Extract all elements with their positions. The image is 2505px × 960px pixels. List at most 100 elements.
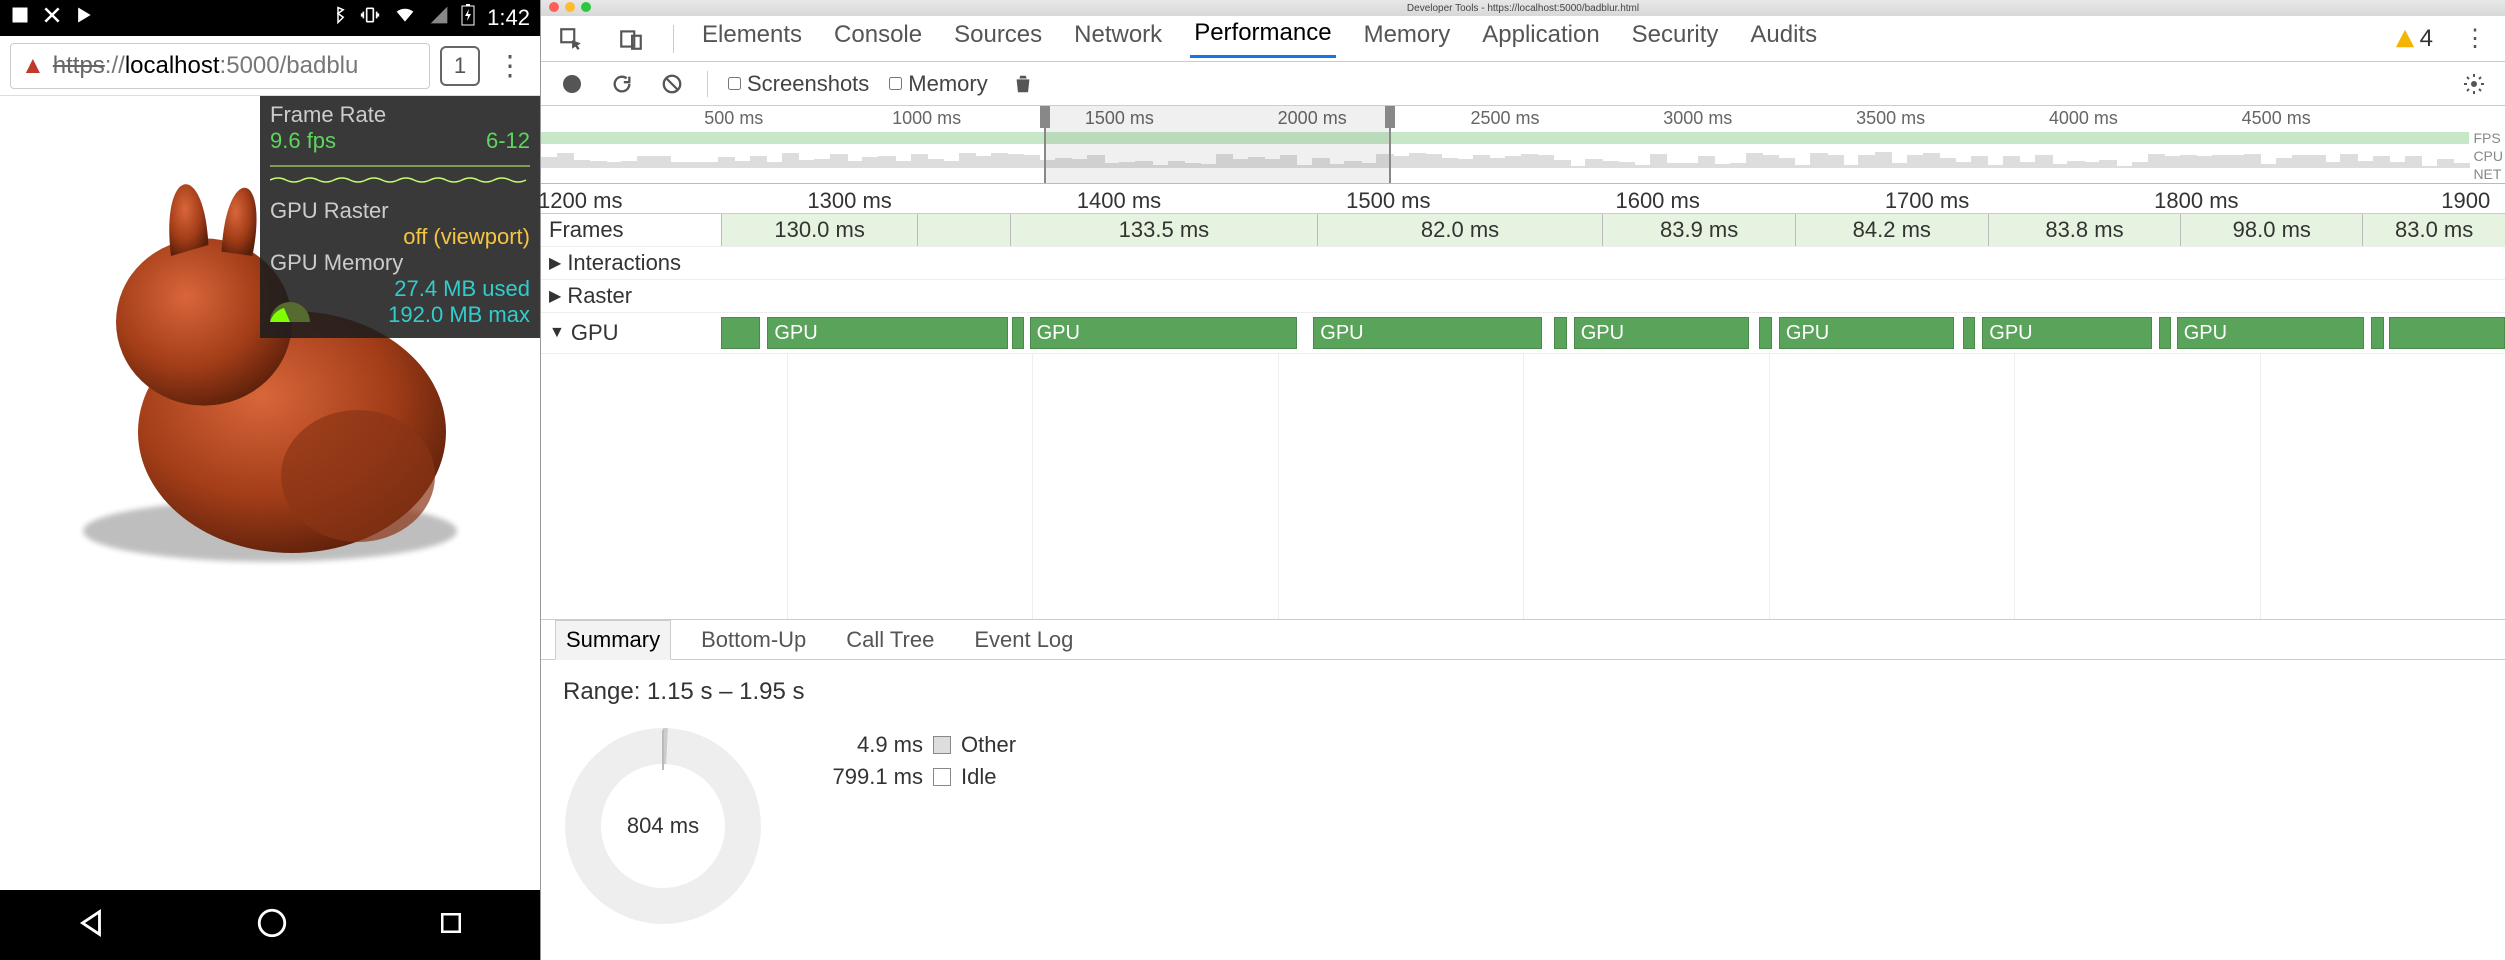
gpu-mem-used: 27.4 MB used xyxy=(394,276,530,302)
chrome-menu-button[interactable]: ⋮ xyxy=(490,49,530,82)
gpu-block[interactable]: GPU xyxy=(1982,317,2151,349)
window-zoom-button[interactable] xyxy=(581,2,591,12)
label-fps: FPS xyxy=(2473,130,2503,146)
url-port: :5000 xyxy=(220,52,280,80)
selection-handle-left[interactable] xyxy=(1040,106,1050,128)
gpu-stub[interactable] xyxy=(1963,317,1975,349)
signal-icon xyxy=(429,5,449,31)
url-proto: https xyxy=(53,52,105,80)
devtools-menu-button[interactable]: ⋮ xyxy=(2457,21,2493,57)
gpu-block[interactable]: GPU xyxy=(767,317,1008,349)
clear-button[interactable] xyxy=(657,69,687,99)
raster-track[interactable]: ▶Raster xyxy=(541,280,2505,313)
expand-icon[interactable]: ▶ xyxy=(549,253,561,273)
reload-record-button[interactable] xyxy=(607,69,637,99)
frame-block[interactable]: 133.5 ms xyxy=(1010,214,1317,246)
overview-tick: 4000 ms xyxy=(2049,108,2118,129)
tab-application[interactable]: Application xyxy=(1478,21,1603,57)
gpu-block[interactable]: GPU xyxy=(1779,317,1954,349)
tab-elements[interactable]: Elements xyxy=(698,21,806,57)
gpu-stub[interactable] xyxy=(1554,317,1566,349)
details-tabstrip: Summary Bottom-Up Call Tree Event Log xyxy=(541,620,2505,660)
details-tab-bottom-up[interactable]: Bottom-Up xyxy=(691,621,816,659)
vibrate-icon xyxy=(359,5,381,31)
gpu-stub[interactable] xyxy=(2389,317,2505,349)
flame-ruler-tick: 1500 ms xyxy=(1346,188,1430,214)
flame-ruler-tick: 1800 ms xyxy=(2154,188,2238,214)
fps-overlay: Frame Rate 9.6 fps 6-12 GPU Raster off (… xyxy=(260,96,540,338)
gpu-stub[interactable] xyxy=(721,317,760,349)
record-button[interactable] xyxy=(557,69,587,99)
perf-toolbar: Screenshots Memory xyxy=(541,62,2505,106)
gpu-stub[interactable] xyxy=(1012,317,1024,349)
nav-home-button[interactable] xyxy=(255,906,289,945)
frame-block[interactable]: 130.0 ms xyxy=(721,214,917,246)
battery-charge-icon xyxy=(461,4,475,32)
frame-block[interactable]: 83.8 ms xyxy=(1988,214,2181,246)
details-tab-summary[interactable]: Summary xyxy=(555,620,671,660)
overview-tick: 4500 ms xyxy=(2242,108,2311,129)
nav-back-button[interactable] xyxy=(74,906,108,945)
frame-block[interactable]: 82.0 ms xyxy=(1317,214,1602,246)
tab-performance[interactable]: Performance xyxy=(1190,19,1335,58)
flamechart-area[interactable]: 1200 ms1300 ms1400 ms1500 ms1600 ms1700 … xyxy=(541,184,2505,620)
frame-block[interactable]: 83.9 ms xyxy=(1602,214,1795,246)
tab-audits[interactable]: Audits xyxy=(1746,21,1821,57)
nav-recent-button[interactable] xyxy=(436,908,466,943)
gpu-block[interactable]: GPU xyxy=(1030,317,1298,349)
tab-memory[interactable]: Memory xyxy=(1360,21,1455,57)
gpu-label: GPU xyxy=(571,320,619,346)
selection-handle-right[interactable] xyxy=(1385,106,1395,128)
frame-block[interactable]: 84.2 ms xyxy=(1795,214,1988,246)
expand-icon[interactable]: ▶ xyxy=(549,286,561,306)
memory-label: Memory xyxy=(908,71,987,97)
window-minimize-button[interactable] xyxy=(565,2,575,12)
gpu-block[interactable]: GPU xyxy=(1574,317,1749,349)
collapse-icon[interactable]: ▼ xyxy=(549,324,565,342)
gpu-track[interactable]: ▼ GPU GPU GPU GPU GPU GPU GPU GPU xyxy=(541,313,2505,354)
overview-selection[interactable] xyxy=(1044,106,1392,183)
gpu-block[interactable]: GPU xyxy=(2177,317,2364,349)
gpu-stub[interactable] xyxy=(2371,317,2383,349)
flame-ruler-tick: 1300 ms xyxy=(807,188,891,214)
tab-console[interactable]: Console xyxy=(830,21,926,57)
frame-block[interactable] xyxy=(917,214,1010,246)
perf-settings-button[interactable] xyxy=(2459,69,2489,99)
url-input[interactable]: ▲ https://localhost:5000/badblu xyxy=(10,43,430,89)
inspect-element-button[interactable] xyxy=(553,21,589,57)
picture-icon xyxy=(10,5,30,31)
gpu-stub[interactable] xyxy=(1759,317,1771,349)
flame-empty-area[interactable] xyxy=(541,354,2505,619)
frames-track[interactable]: Frames 130.0 ms133.5 ms82.0 ms83.9 ms84.… xyxy=(541,214,2505,247)
gpu-stub[interactable] xyxy=(2159,317,2171,349)
flame-ruler-tick: 1400 ms xyxy=(1077,188,1161,214)
tab-network[interactable]: Network xyxy=(1070,21,1166,57)
tab-count-button[interactable]: 1 xyxy=(440,46,480,86)
overview-tick: 1000 ms xyxy=(892,108,961,129)
garbage-collect-button[interactable] xyxy=(1008,69,1038,99)
interactions-track[interactable]: ▶Interactions xyxy=(541,247,2505,280)
flame-ruler-tick: 1700 ms xyxy=(1885,188,1969,214)
gpu-block[interactable]: GPU xyxy=(1313,317,1541,349)
details-tab-event-log[interactable]: Event Log xyxy=(964,621,1083,659)
frame-block[interactable]: 98.0 ms xyxy=(2180,214,2362,246)
frame-block[interactable]: 83.0 ms xyxy=(2362,214,2505,246)
phone-viewport: Frame Rate 9.6 fps 6-12 GPU Raster off (… xyxy=(0,96,540,890)
insecure-icon: ▲ xyxy=(21,52,45,80)
window-close-button[interactable] xyxy=(549,2,559,12)
warnings-badge[interactable]: 4 xyxy=(2394,25,2433,53)
details-tab-call-tree[interactable]: Call Tree xyxy=(836,621,944,659)
screenshots-checkbox[interactable]: Screenshots xyxy=(728,71,869,97)
traffic-lights[interactable] xyxy=(549,2,591,12)
flame-ruler-tick: 1200 ms xyxy=(538,188,622,214)
performance-overview[interactable]: 500 ms1000 ms1500 ms2000 ms2500 ms3000 m… xyxy=(541,106,2505,184)
bluetooth-icon xyxy=(329,5,347,31)
tab-sources[interactable]: Sources xyxy=(950,21,1046,57)
android-navbar xyxy=(0,890,540,960)
device-toolbar-button[interactable] xyxy=(613,21,649,57)
legend-row: 4.9 msOther xyxy=(813,732,1016,758)
overview-row-labels: FPS CPU NET xyxy=(2473,130,2503,182)
overview-tick: 3000 ms xyxy=(1663,108,1732,129)
memory-checkbox[interactable]: Memory xyxy=(889,71,987,97)
tab-security[interactable]: Security xyxy=(1628,21,1723,57)
